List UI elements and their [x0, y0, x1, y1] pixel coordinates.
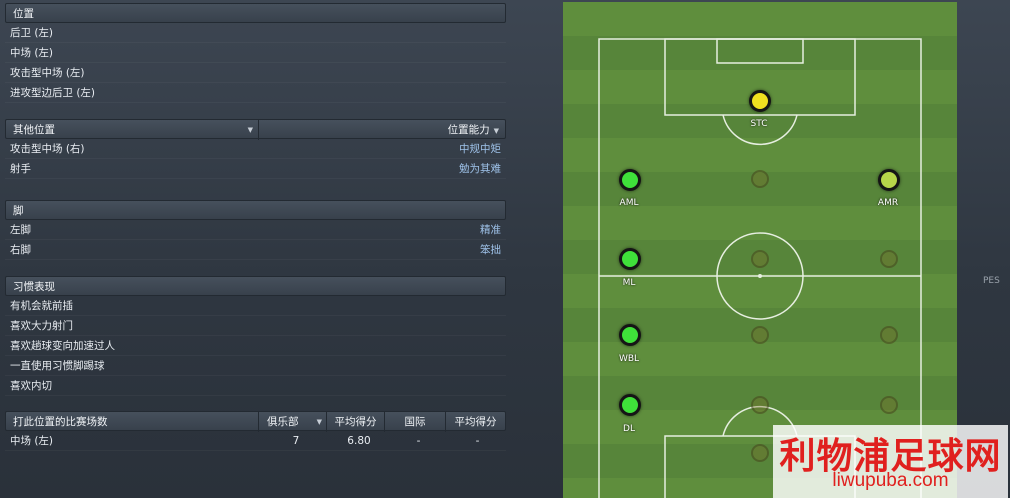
player-marker-ml[interactable]	[619, 248, 641, 270]
wbl-label: WBL	[618, 354, 640, 364]
stc-label: STC	[750, 119, 768, 129]
position-row[interactable]: 后卫 (左)	[5, 23, 506, 43]
player-marker-wbl[interactable]	[619, 324, 641, 346]
sort-arrow-icon: ▼	[493, 127, 499, 135]
matches-header: 打此位置的比赛场数 俱乐部 ▼ 平均得分 国际 平均得分	[5, 411, 506, 432]
foot-row[interactable]: 左脚 精准	[5, 220, 506, 240]
ml-label: ML	[622, 278, 636, 288]
position-slot[interactable]	[880, 326, 898, 344]
position-row[interactable]: 攻击型中场 (左)	[5, 63, 506, 83]
positions-panel: 位置 后卫 (左) 中场 (左) 攻击型中场 (左) 进攻型边后卫 (左)	[5, 3, 506, 103]
ability-column[interactable]: 位置能力 ▼	[258, 120, 505, 140]
player-marker-amr[interactable]	[878, 169, 900, 191]
matches-column-intl-avg[interactable]: 平均得分	[445, 412, 505, 432]
watermark: 利物浦足球网 liwupuba.com	[773, 425, 1008, 498]
position-slot[interactable]	[751, 170, 769, 188]
habit-row[interactable]: 喜欢趟球变向加速过人	[5, 336, 506, 356]
sort-arrow-icon: ▼	[316, 418, 322, 426]
position-slot[interactable]	[751, 250, 769, 268]
matches-column-avg[interactable]: 平均得分	[326, 412, 384, 432]
sort-arrow-icon: ▼	[247, 126, 253, 134]
position-slot[interactable]	[751, 444, 769, 462]
position-slot[interactable]	[880, 396, 898, 414]
other-positions-panel: 其他位置 ▼ 位置能力 ▼ 攻击型中场 (右) 中规中矩 射手 勉为其难	[5, 119, 506, 179]
matches-panel: 打此位置的比赛场数 俱乐部 ▼ 平均得分 国际 平均得分 中场 (左) 7 6.…	[5, 411, 506, 451]
other-positions-column[interactable]: 其他位置 ▼	[6, 120, 258, 140]
dl-label: DL	[623, 424, 635, 434]
other-positions-header: 其他位置 ▼ 位置能力 ▼	[5, 119, 506, 140]
foot-panel: 脚 左脚 精准 右脚 笨拙	[5, 200, 506, 260]
position-slot[interactable]	[751, 396, 769, 414]
positions-header: 位置	[5, 3, 506, 23]
matches-column-club[interactable]: 俱乐部 ▼	[258, 412, 326, 432]
matches-column-position[interactable]: 打此位置的比赛场数	[6, 412, 258, 432]
habit-row[interactable]: 一直使用习惯脚踢球	[5, 356, 506, 376]
foot-row[interactable]: 右脚 笨拙	[5, 240, 506, 260]
aml-label: AML	[619, 198, 639, 208]
other-position-row[interactable]: 攻击型中场 (右) 中规中矩	[5, 139, 506, 159]
position-row[interactable]: 进攻型边后卫 (左)	[5, 83, 506, 103]
foot-header: 脚	[5, 200, 506, 220]
pes-logo: PES	[983, 276, 1000, 286]
amr-label: AMR	[877, 198, 899, 208]
player-marker-stc[interactable]	[749, 90, 771, 112]
position-slot[interactable]	[751, 326, 769, 344]
other-position-row[interactable]: 射手 勉为其难	[5, 159, 506, 179]
habits-panel: 习惯表现 有机会就前插 喜欢大力射门 喜欢趟球变向加速过人 一直使用习惯脚踢球 …	[5, 276, 506, 396]
watermark-url: liwupuba.com	[832, 470, 949, 491]
matches-column-intl[interactable]: 国际	[384, 412, 445, 432]
matches-row[interactable]: 中场 (左) 7 6.80 - -	[5, 431, 506, 451]
player-marker-aml[interactable]	[619, 169, 641, 191]
player-marker-dl[interactable]	[619, 394, 641, 416]
habit-row[interactable]: 喜欢大力射门	[5, 316, 506, 336]
pitch-view: STC AML AMR ML WBL DL	[563, 2, 957, 498]
position-row[interactable]: 中场 (左)	[5, 43, 506, 63]
habits-header: 习惯表现	[5, 276, 506, 296]
habit-row[interactable]: 喜欢内切	[5, 376, 506, 396]
position-slot[interactable]	[880, 250, 898, 268]
habit-row[interactable]: 有机会就前插	[5, 296, 506, 316]
